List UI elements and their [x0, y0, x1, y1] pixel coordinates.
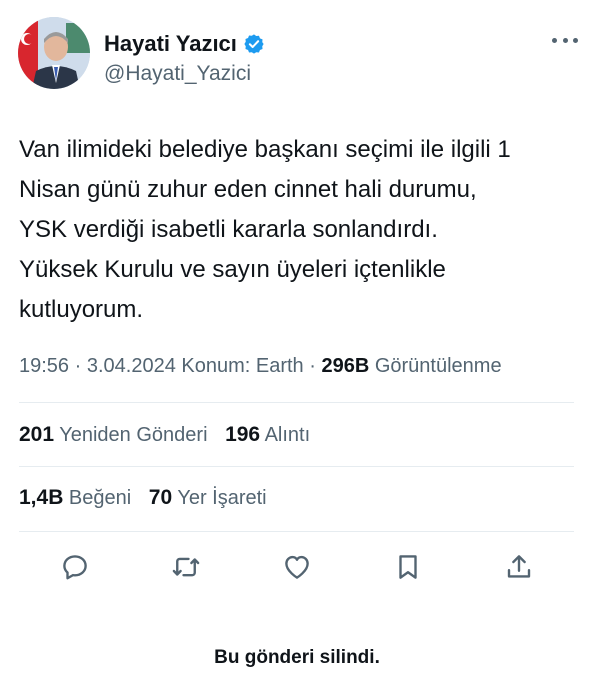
share-icon[interactable]: [497, 545, 541, 589]
likes-stat[interactable]: 1,4B Beğeni: [19, 486, 132, 509]
reposts-stat[interactable]: 201 Yeniden Gönderi: [19, 423, 208, 446]
tweet-text-line: YSK verdiği isabetli kararla sonlandırdı…: [19, 216, 438, 243]
reposts-label: Yeniden Gönderi: [54, 424, 208, 446]
tweet-header: Hayati Yazıcı @Hayati_Yazici: [18, 17, 578, 97]
tweet-text-line: kutluyorum.: [19, 296, 144, 323]
divider: [19, 466, 574, 467]
reposts-count: 201: [19, 423, 55, 446]
quotes-stat[interactable]: 196 Alıntı: [225, 423, 311, 446]
divider: [19, 531, 574, 532]
meta-separator: ·: [69, 355, 87, 377]
quotes-label: Alıntı: [260, 424, 311, 446]
tweet-date[interactable]: 3.04.2024: [87, 355, 176, 377]
more-options-icon[interactable]: [552, 35, 578, 45]
stats-row-likes: 1,4B Beğeni 70 Yer İşareti: [19, 486, 279, 510]
tweet-text-line: Van ilimideki belediye başkanı seçimi il…: [19, 136, 511, 163]
tweet-meta: 19:56 · 3.04.2024 Konum: Earth · 296B Gö…: [19, 355, 502, 378]
tweet-text-line: Nisan günü zuhur eden cinnet hali durumu…: [19, 176, 477, 203]
likes-count: 1,4B: [19, 486, 64, 509]
divider: [19, 402, 574, 403]
action-bar: [19, 545, 574, 589]
views-count: 296B: [321, 355, 370, 377]
views-label: Görüntülenme: [369, 355, 502, 377]
bookmarks-label: Yer İşareti: [172, 487, 267, 509]
repost-icon[interactable]: [164, 545, 208, 589]
tweet-text: Van ilimideki belediye başkanı seçimi il…: [19, 130, 574, 330]
author-name-row: Hayati Yazıcı: [104, 31, 265, 57]
author-name[interactable]: Hayati Yazıcı: [104, 31, 237, 57]
tweet-text-line: Yüksek Kurulu ve sayın üyeleri içtenlikl…: [19, 256, 446, 283]
tweet-location: Konum: Earth: [175, 355, 304, 377]
stats-row-reposts: 201 Yeniden Gönderi 196 Alıntı: [19, 423, 322, 447]
like-icon[interactable]: [275, 545, 319, 589]
bookmark-icon[interactable]: [386, 545, 430, 589]
verified-badge-icon: [243, 33, 265, 55]
reply-icon[interactable]: [53, 545, 97, 589]
meta-separator: ·: [303, 355, 322, 377]
deleted-notice: Bu gönderi silindi.: [214, 647, 380, 668]
avatar[interactable]: [18, 17, 90, 89]
bookmarks-stat[interactable]: 70 Yer İşareti: [148, 486, 267, 509]
quotes-count: 196: [225, 423, 261, 446]
tweet-time[interactable]: 19:56: [19, 355, 69, 377]
likes-label: Beğeni: [63, 487, 132, 509]
author-handle[interactable]: @Hayati_Yazici: [104, 62, 251, 86]
bookmarks-count: 70: [148, 486, 173, 509]
